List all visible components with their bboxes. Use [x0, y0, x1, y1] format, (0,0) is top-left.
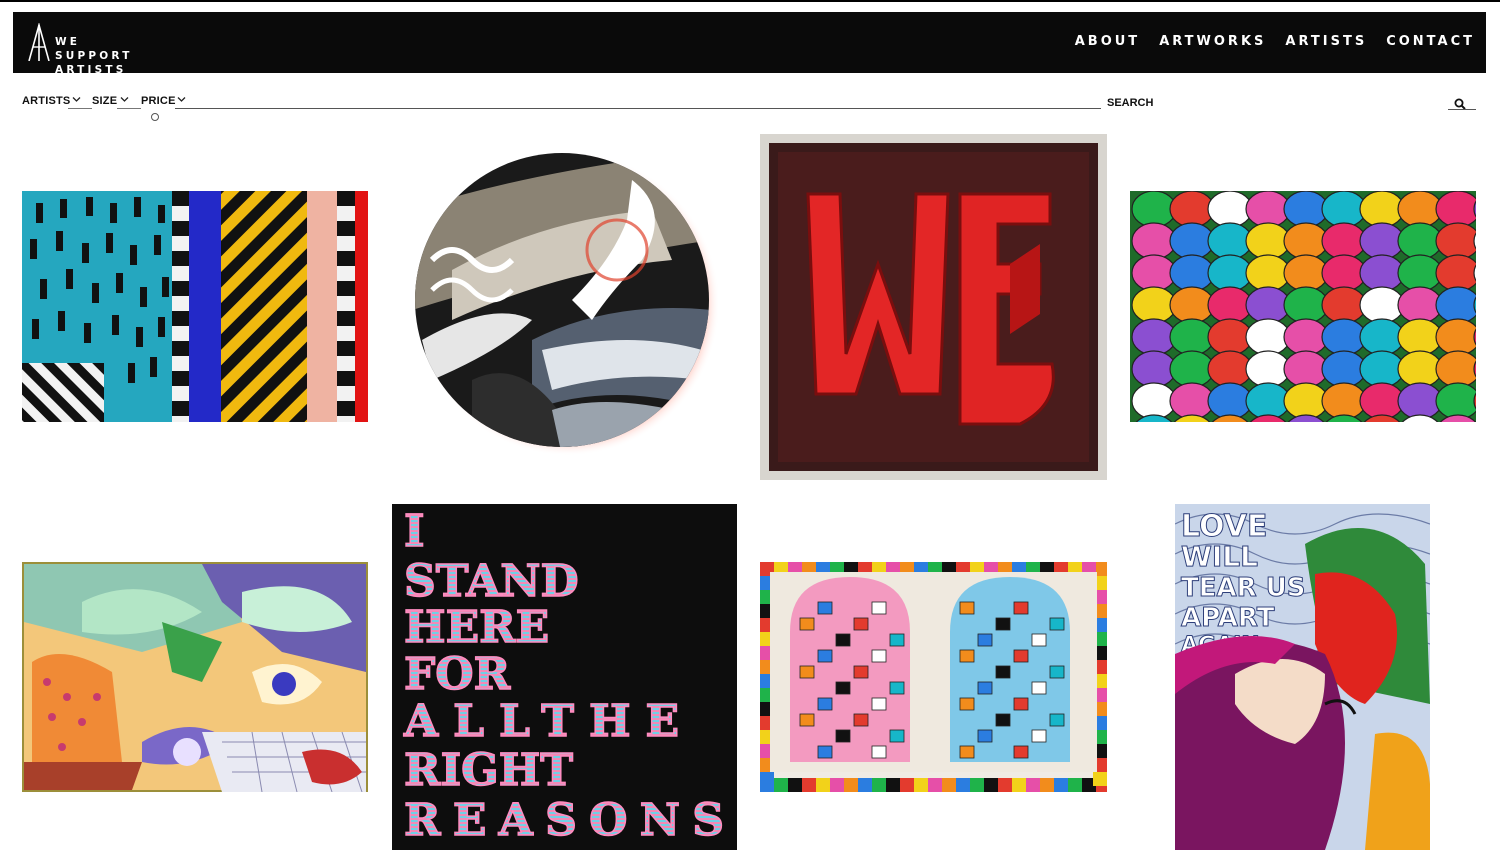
pop-line-4: APART: [1181, 603, 1275, 633]
search-button[interactable]: SEARCH: [1107, 97, 1153, 109]
artwork-image-circle: [415, 152, 718, 456]
artwork-card-2[interactable]: [412, 150, 718, 456]
pop-line-2: WILL: [1181, 540, 1258, 573]
site-header: WE SUPPORT ARTISTS ABOUT ARTWORKS ARTIST…: [13, 12, 1486, 76]
pop-line-1: LOVE: [1181, 509, 1267, 544]
search-input[interactable]: [175, 108, 1101, 109]
logo-line-1: WE: [55, 36, 81, 48]
sign-line-7: REASONS: [404, 795, 724, 846]
sign-line-4: FOR: [404, 649, 511, 700]
nav-contact[interactable]: CONTACT: [1386, 34, 1475, 49]
artwork-image-geometric: [22, 191, 368, 422]
logo-line-3: ARTISTS: [55, 64, 127, 76]
filter-bar: ARTISTS SIZE PRICE SEARCH: [22, 95, 1477, 125]
artwork-card-4[interactable]: [1130, 191, 1476, 422]
nav-about[interactable]: ABOUT: [1075, 34, 1140, 49]
logo-wordmark: WE SUPPORT ARTISTS: [55, 35, 133, 77]
artwork-image-we: [760, 134, 1107, 480]
site-logo[interactable]: WE SUPPORT ARTISTS: [27, 23, 147, 76]
size-dropdown-underline: [117, 108, 141, 109]
sign-line-1: I: [404, 506, 425, 557]
artists-dropdown-underline: [68, 108, 92, 109]
chevron-down-icon[interactable]: [120, 96, 129, 103]
size-filter-label[interactable]: SIZE: [92, 95, 117, 107]
sign-line-3: HERE: [404, 602, 549, 653]
artwork-image-kiss: LOVE WILL TEAR US APART AGAIN: [1175, 504, 1430, 850]
artwork-card-6[interactable]: I STAND HERE FOR ALLTHE RIGHT REASONS: [392, 504, 737, 850]
price-slider-handle[interactable]: [151, 113, 159, 121]
artwork-image-heads: [1130, 191, 1476, 422]
artwork-card-8[interactable]: LOVE WILL TEAR US APART AGAIN: [1175, 504, 1430, 850]
sign-line-6: RIGHT: [404, 745, 573, 796]
artwork-card-1[interactable]: [22, 191, 368, 422]
price-filter-label[interactable]: PRICE: [141, 95, 176, 107]
artwork-image-sign: I STAND HERE FOR ALLTHE RIGHT REASONS: [392, 504, 737, 850]
chevron-down-icon[interactable]: [72, 96, 81, 103]
artwork-card-5[interactable]: [22, 562, 368, 792]
artwork-image-twoheads: [760, 562, 1107, 792]
sign-line-2: STAND: [404, 556, 579, 607]
artists-filter-label[interactable]: ARTISTS: [22, 95, 70, 107]
top-edge: [0, 0, 1500, 2]
main-nav: ABOUT ARTWORKS ARTISTS CONTACT: [1075, 34, 1475, 49]
chevron-down-icon[interactable]: [177, 96, 186, 103]
logo-a-icon: [28, 23, 50, 61]
logo-line-2: SUPPORT: [55, 50, 133, 62]
nav-artworks[interactable]: ARTWORKS: [1159, 34, 1266, 49]
pop-line-3: TEAR US: [1181, 573, 1306, 603]
artwork-image-surreal: [22, 562, 368, 792]
artwork-card-3[interactable]: [760, 134, 1107, 480]
search-icon-underline: [1448, 109, 1476, 110]
nav-artists[interactable]: ARTISTS: [1285, 34, 1367, 49]
artwork-card-7[interactable]: [760, 562, 1107, 792]
